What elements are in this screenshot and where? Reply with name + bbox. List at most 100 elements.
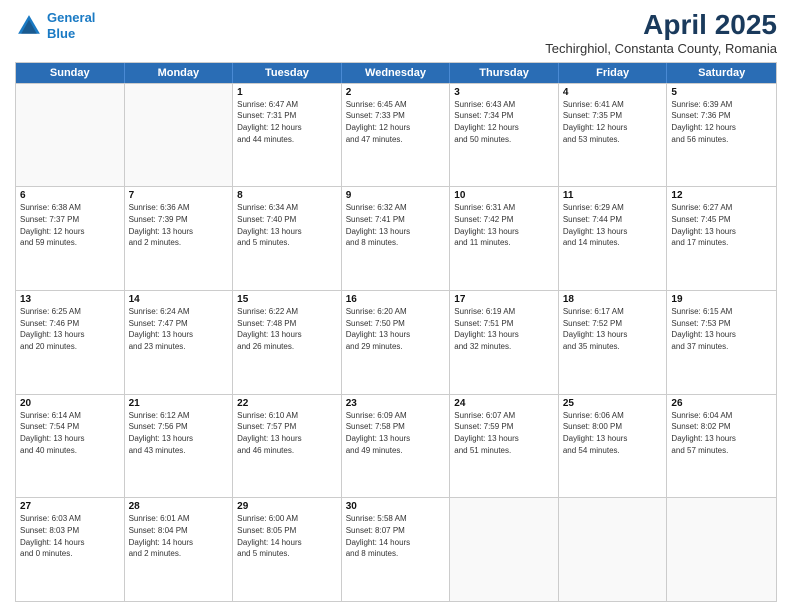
day-number: 14 bbox=[129, 294, 229, 305]
calendar-cell: 24Sunrise: 6:07 AM Sunset: 7:59 PM Dayli… bbox=[450, 395, 559, 498]
calendar-day-header: Wednesday bbox=[342, 63, 451, 83]
day-info: Sunrise: 6:34 AM Sunset: 7:40 PM Dayligh… bbox=[237, 202, 337, 248]
day-info: Sunrise: 6:06 AM Sunset: 8:00 PM Dayligh… bbox=[563, 410, 663, 456]
calendar-week: 27Sunrise: 6:03 AM Sunset: 8:03 PM Dayli… bbox=[16, 497, 776, 601]
day-number: 13 bbox=[20, 294, 120, 305]
logo-line2: Blue bbox=[47, 26, 75, 41]
calendar-cell: 18Sunrise: 6:17 AM Sunset: 7:52 PM Dayli… bbox=[559, 291, 668, 394]
header: General Blue April 2025 Techirghiol, Con… bbox=[15, 10, 777, 56]
day-info: Sunrise: 6:45 AM Sunset: 7:33 PM Dayligh… bbox=[346, 99, 446, 145]
calendar-week: 20Sunrise: 6:14 AM Sunset: 7:54 PM Dayli… bbox=[16, 394, 776, 498]
day-number: 26 bbox=[671, 398, 772, 409]
calendar-cell: 26Sunrise: 6:04 AM Sunset: 8:02 PM Dayli… bbox=[667, 395, 776, 498]
day-number: 16 bbox=[346, 294, 446, 305]
day-info: Sunrise: 6:32 AM Sunset: 7:41 PM Dayligh… bbox=[346, 202, 446, 248]
calendar-cell: 22Sunrise: 6:10 AM Sunset: 7:57 PM Dayli… bbox=[233, 395, 342, 498]
day-info: Sunrise: 6:29 AM Sunset: 7:44 PM Dayligh… bbox=[563, 202, 663, 248]
calendar-cell: 8Sunrise: 6:34 AM Sunset: 7:40 PM Daylig… bbox=[233, 187, 342, 290]
day-number: 3 bbox=[454, 87, 554, 98]
calendar-cell: 4Sunrise: 6:41 AM Sunset: 7:35 PM Daylig… bbox=[559, 84, 668, 187]
day-info: Sunrise: 6:38 AM Sunset: 7:37 PM Dayligh… bbox=[20, 202, 120, 248]
day-number: 17 bbox=[454, 294, 554, 305]
day-number: 21 bbox=[129, 398, 229, 409]
calendar-cell: 1Sunrise: 6:47 AM Sunset: 7:31 PM Daylig… bbox=[233, 84, 342, 187]
calendar-day-header: Saturday bbox=[667, 63, 776, 83]
day-number: 9 bbox=[346, 190, 446, 201]
calendar-cell: 21Sunrise: 6:12 AM Sunset: 7:56 PM Dayli… bbox=[125, 395, 234, 498]
calendar-cell: 15Sunrise: 6:22 AM Sunset: 7:48 PM Dayli… bbox=[233, 291, 342, 394]
calendar-header: SundayMondayTuesdayWednesdayThursdayFrid… bbox=[16, 63, 776, 83]
day-info: Sunrise: 6:39 AM Sunset: 7:36 PM Dayligh… bbox=[671, 99, 772, 145]
day-number: 11 bbox=[563, 190, 663, 201]
day-info: Sunrise: 6:00 AM Sunset: 8:05 PM Dayligh… bbox=[237, 513, 337, 559]
day-number: 24 bbox=[454, 398, 554, 409]
day-number: 29 bbox=[237, 501, 337, 512]
day-number: 23 bbox=[346, 398, 446, 409]
calendar-cell: 28Sunrise: 6:01 AM Sunset: 8:04 PM Dayli… bbox=[125, 498, 234, 601]
day-info: Sunrise: 6:10 AM Sunset: 7:57 PM Dayligh… bbox=[237, 410, 337, 456]
calendar-cell: 12Sunrise: 6:27 AM Sunset: 7:45 PM Dayli… bbox=[667, 187, 776, 290]
day-number: 8 bbox=[237, 190, 337, 201]
calendar-cell: 23Sunrise: 6:09 AM Sunset: 7:58 PM Dayli… bbox=[342, 395, 451, 498]
day-info: Sunrise: 6:43 AM Sunset: 7:34 PM Dayligh… bbox=[454, 99, 554, 145]
day-number: 7 bbox=[129, 190, 229, 201]
calendar-day-header: Monday bbox=[125, 63, 234, 83]
day-info: Sunrise: 6:09 AM Sunset: 7:58 PM Dayligh… bbox=[346, 410, 446, 456]
calendar-day-header: Tuesday bbox=[233, 63, 342, 83]
calendar-week: 1Sunrise: 6:47 AM Sunset: 7:31 PM Daylig… bbox=[16, 83, 776, 187]
calendar-cell: 14Sunrise: 6:24 AM Sunset: 7:47 PM Dayli… bbox=[125, 291, 234, 394]
calendar-week: 6Sunrise: 6:38 AM Sunset: 7:37 PM Daylig… bbox=[16, 186, 776, 290]
day-number: 28 bbox=[129, 501, 229, 512]
calendar-cell: 27Sunrise: 6:03 AM Sunset: 8:03 PM Dayli… bbox=[16, 498, 125, 601]
calendar-day-header: Sunday bbox=[16, 63, 125, 83]
main-title: April 2025 bbox=[545, 10, 777, 41]
calendar-day-header: Friday bbox=[559, 63, 668, 83]
calendar-cell: 7Sunrise: 6:36 AM Sunset: 7:39 PM Daylig… bbox=[125, 187, 234, 290]
calendar-cell: 25Sunrise: 6:06 AM Sunset: 8:00 PM Dayli… bbox=[559, 395, 668, 498]
day-info: Sunrise: 6:47 AM Sunset: 7:31 PM Dayligh… bbox=[237, 99, 337, 145]
calendar-cell: 29Sunrise: 6:00 AM Sunset: 8:05 PM Dayli… bbox=[233, 498, 342, 601]
calendar-cell bbox=[667, 498, 776, 601]
calendar-week: 13Sunrise: 6:25 AM Sunset: 7:46 PM Dayli… bbox=[16, 290, 776, 394]
day-info: Sunrise: 6:22 AM Sunset: 7:48 PM Dayligh… bbox=[237, 306, 337, 352]
calendar-cell: 11Sunrise: 6:29 AM Sunset: 7:44 PM Dayli… bbox=[559, 187, 668, 290]
calendar-cell bbox=[559, 498, 668, 601]
day-number: 27 bbox=[20, 501, 120, 512]
day-number: 20 bbox=[20, 398, 120, 409]
title-block: April 2025 Techirghiol, Constanta County… bbox=[545, 10, 777, 56]
day-number: 30 bbox=[346, 501, 446, 512]
calendar-cell: 17Sunrise: 6:19 AM Sunset: 7:51 PM Dayli… bbox=[450, 291, 559, 394]
day-info: Sunrise: 6:04 AM Sunset: 8:02 PM Dayligh… bbox=[671, 410, 772, 456]
day-info: Sunrise: 6:03 AM Sunset: 8:03 PM Dayligh… bbox=[20, 513, 120, 559]
day-number: 6 bbox=[20, 190, 120, 201]
day-info: Sunrise: 6:20 AM Sunset: 7:50 PM Dayligh… bbox=[346, 306, 446, 352]
day-info: Sunrise: 6:12 AM Sunset: 7:56 PM Dayligh… bbox=[129, 410, 229, 456]
logo-icon bbox=[15, 12, 43, 40]
day-info: Sunrise: 6:19 AM Sunset: 7:51 PM Dayligh… bbox=[454, 306, 554, 352]
calendar-cell: 19Sunrise: 6:15 AM Sunset: 7:53 PM Dayli… bbox=[667, 291, 776, 394]
calendar-day-header: Thursday bbox=[450, 63, 559, 83]
day-number: 10 bbox=[454, 190, 554, 201]
day-info: Sunrise: 6:15 AM Sunset: 7:53 PM Dayligh… bbox=[671, 306, 772, 352]
day-info: Sunrise: 6:27 AM Sunset: 7:45 PM Dayligh… bbox=[671, 202, 772, 248]
calendar-cell: 3Sunrise: 6:43 AM Sunset: 7:34 PM Daylig… bbox=[450, 84, 559, 187]
calendar: SundayMondayTuesdayWednesdayThursdayFrid… bbox=[15, 62, 777, 602]
day-info: Sunrise: 5:58 AM Sunset: 8:07 PM Dayligh… bbox=[346, 513, 446, 559]
logo-text: General Blue bbox=[47, 10, 95, 41]
logo-line1: General bbox=[47, 10, 95, 25]
day-info: Sunrise: 6:14 AM Sunset: 7:54 PM Dayligh… bbox=[20, 410, 120, 456]
calendar-cell: 10Sunrise: 6:31 AM Sunset: 7:42 PM Dayli… bbox=[450, 187, 559, 290]
day-info: Sunrise: 6:01 AM Sunset: 8:04 PM Dayligh… bbox=[129, 513, 229, 559]
day-info: Sunrise: 6:24 AM Sunset: 7:47 PM Dayligh… bbox=[129, 306, 229, 352]
day-number: 5 bbox=[671, 87, 772, 98]
day-number: 4 bbox=[563, 87, 663, 98]
day-number: 19 bbox=[671, 294, 772, 305]
day-number: 15 bbox=[237, 294, 337, 305]
day-number: 1 bbox=[237, 87, 337, 98]
day-info: Sunrise: 6:31 AM Sunset: 7:42 PM Dayligh… bbox=[454, 202, 554, 248]
calendar-cell: 20Sunrise: 6:14 AM Sunset: 7:54 PM Dayli… bbox=[16, 395, 125, 498]
calendar-cell: 2Sunrise: 6:45 AM Sunset: 7:33 PM Daylig… bbox=[342, 84, 451, 187]
page: General Blue April 2025 Techirghiol, Con… bbox=[0, 0, 792, 612]
day-number: 12 bbox=[671, 190, 772, 201]
day-number: 2 bbox=[346, 87, 446, 98]
